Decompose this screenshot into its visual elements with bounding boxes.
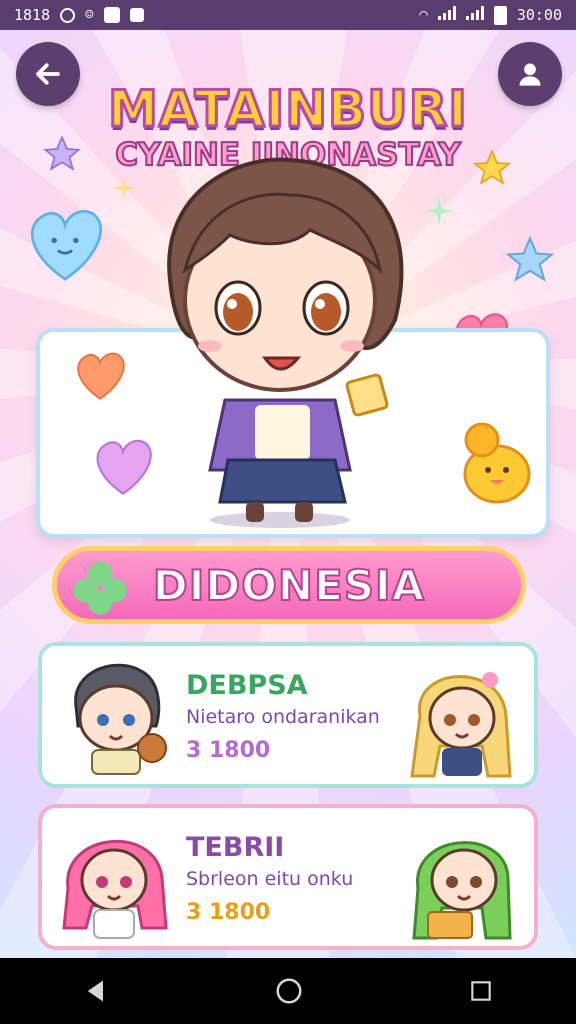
star-icon: [505, 235, 555, 282]
list-item[interactable]: TEBRII Sbrleon eitu onku 3 1800: [38, 804, 538, 950]
status-bar: 1818 ☺ ◠ 30:00: [0, 0, 576, 30]
green-hair-girl-avatar: [412, 841, 512, 940]
notification-icon: [60, 7, 76, 23]
system-nav-bar: [0, 958, 576, 1024]
category-banner[interactable]: DIDONESIA: [52, 546, 526, 624]
orange-heart-icon: [77, 352, 125, 400]
signal-icon: [437, 6, 456, 24]
calendar-icon: [129, 8, 144, 22]
blue-heart-icon: [30, 210, 103, 281]
clover-icon: [73, 561, 127, 615]
status-time-left: 1818: [14, 6, 51, 24]
boy-avatar: [74, 663, 167, 775]
item-title: DEBPSA: [186, 670, 308, 701]
item-subtitle: Nietaro ondaranikan: [186, 706, 380, 728]
item-price: 3 1800: [186, 900, 271, 925]
status-time-right: 30:00: [516, 6, 562, 24]
battery-icon: [493, 5, 507, 25]
wifi-icon: ◠: [419, 7, 428, 23]
girl-avatar: [410, 672, 512, 778]
cat-icon: ☺: [85, 7, 94, 23]
home-nav-icon[interactable]: [274, 976, 304, 1006]
item-title: TEBRII: [186, 832, 285, 863]
mascot-character: [167, 157, 404, 528]
list-item[interactable]: DEBPSA Nietaro ondaranikan 3 1800: [38, 642, 538, 788]
back-nav-icon[interactable]: [82, 977, 110, 1005]
pink-hair-girl-avatar: [62, 839, 168, 939]
item-subtitle: Sbrleon eitu onku: [186, 868, 354, 890]
banner-label: DIDONESIA: [152, 560, 426, 611]
app-icon: [103, 7, 120, 23]
chick-icon: [463, 422, 531, 504]
recents-nav-icon[interactable]: [468, 978, 494, 1004]
signal-2-icon: [465, 6, 484, 24]
app-title: MATAINBURI: [107, 79, 469, 140]
item-price: 3 1800: [186, 738, 271, 763]
